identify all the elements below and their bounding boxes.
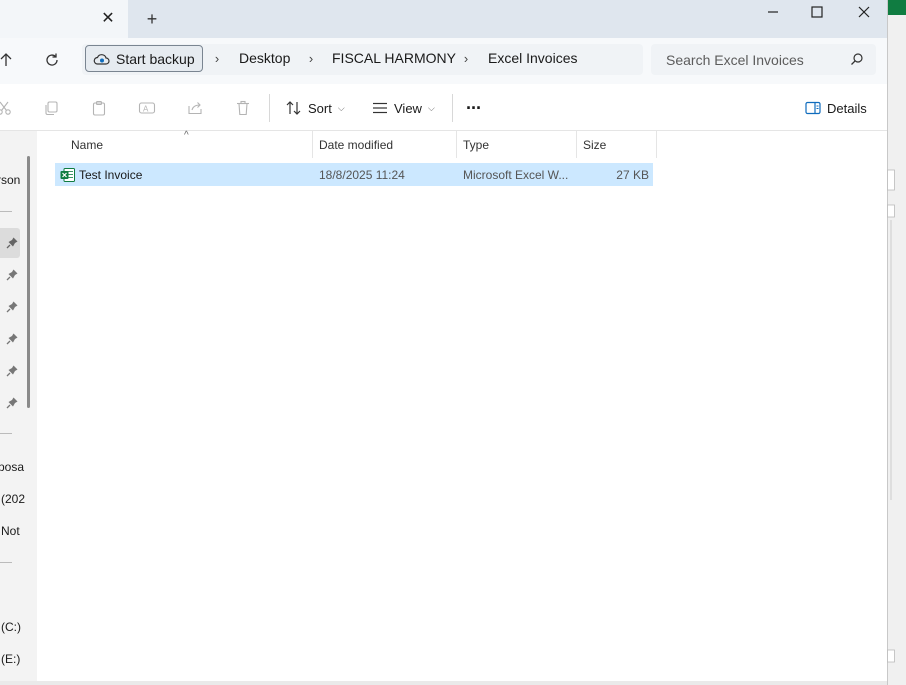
sort-button[interactable]: Sort ⌵ bbox=[285, 95, 345, 121]
pin-icon[interactable] bbox=[5, 332, 19, 346]
file-list: ^ Name Date modified Type Size Test Invo… bbox=[37, 130, 887, 685]
details-button[interactable]: Details bbox=[805, 95, 867, 121]
details-label: Details bbox=[827, 100, 867, 116]
chevron-right-icon[interactable]: › bbox=[210, 50, 224, 66]
close-icon[interactable] bbox=[841, 0, 887, 24]
file-size: 27 KB bbox=[616, 168, 649, 182]
details-pane-icon bbox=[805, 101, 821, 115]
breadcrumb[interactable]: Start backup › Desktop › FISCAL HARMONY … bbox=[82, 44, 643, 75]
toolbar-divider bbox=[269, 94, 270, 122]
nav-divider bbox=[0, 211, 12, 212]
breadcrumb-excel-invoices[interactable]: Excel Invoices bbox=[488, 50, 577, 66]
view-label: View bbox=[394, 100, 422, 116]
chevron-down-icon: ⌵ bbox=[427, 102, 435, 113]
view-button[interactable]: View ⌵ bbox=[372, 95, 435, 121]
tab-excel-invoices[interactable]: ✕ bbox=[0, 0, 128, 38]
sort-label: Sort bbox=[308, 100, 332, 116]
pin-icon[interactable] bbox=[5, 396, 19, 410]
cloud-backup-icon bbox=[93, 53, 110, 65]
search-input[interactable]: Search Excel Invoices bbox=[651, 44, 876, 75]
breadcrumb-fiscal-harmony[interactable]: FISCAL HARMONY bbox=[332, 50, 456, 66]
address-bar: Start backup › Desktop › FISCAL HARMONY … bbox=[0, 38, 887, 84]
column-header-size[interactable]: Size bbox=[577, 131, 657, 158]
maximize-icon[interactable] bbox=[794, 0, 840, 24]
background-scrollbar bbox=[887, 150, 895, 685]
paste-icon[interactable] bbox=[89, 98, 109, 118]
nav-item-drive-e[interactable]: (E:) bbox=[1, 652, 20, 666]
rename-icon[interactable]: A bbox=[137, 98, 157, 118]
search-placeholder: Search Excel Invoices bbox=[666, 52, 804, 68]
nav-item-drive-c[interactable]: (C:) bbox=[1, 620, 21, 634]
copy-icon[interactable] bbox=[41, 98, 61, 118]
command-bar: A Sort ⌵ View ⌵ ··· Details bbox=[0, 84, 887, 131]
refresh-icon[interactable] bbox=[38, 48, 66, 72]
chevron-down-icon: ⌵ bbox=[337, 102, 345, 113]
delete-icon[interactable] bbox=[233, 98, 253, 118]
column-header-type[interactable]: Type bbox=[457, 131, 577, 158]
pin-icon[interactable] bbox=[5, 364, 19, 378]
sort-icon bbox=[286, 101, 301, 115]
start-backup-button[interactable]: Start backup bbox=[85, 45, 203, 72]
nav-divider bbox=[0, 433, 12, 434]
minimize-icon[interactable] bbox=[750, 0, 796, 24]
chevron-right-icon[interactable]: › bbox=[304, 50, 318, 66]
column-header-date-modified[interactable]: Date modified bbox=[313, 131, 457, 158]
nav-item-user[interactable]: rson bbox=[0, 173, 20, 187]
nav-item-folder[interactable]: Not bbox=[1, 524, 20, 538]
plus-icon[interactable]: + bbox=[142, 8, 162, 30]
file-name[interactable]: Test Invoice bbox=[79, 168, 142, 182]
navigation-pane: rson posa (202 Not (C:) (E:) bbox=[0, 131, 37, 685]
svg-text:A: A bbox=[143, 105, 149, 114]
nav-item-folder[interactable]: posa bbox=[0, 460, 24, 474]
share-icon[interactable] bbox=[185, 98, 205, 118]
search-icon[interactable] bbox=[850, 52, 864, 66]
pin-icon[interactable] bbox=[5, 300, 19, 314]
nav-item-folder[interactable]: (202 bbox=[1, 492, 25, 506]
view-icon bbox=[373, 102, 387, 114]
nav-scrollbar[interactable] bbox=[27, 156, 30, 408]
up-arrow-icon[interactable] bbox=[0, 48, 20, 72]
status-bar-edge bbox=[0, 681, 887, 685]
column-header-name[interactable]: Name bbox=[65, 131, 313, 158]
chevron-right-icon[interactable]: › bbox=[459, 50, 473, 66]
excel-accent-strip bbox=[888, 0, 906, 15]
file-type: Microsoft Excel W... bbox=[463, 168, 569, 182]
breadcrumb-desktop[interactable]: Desktop bbox=[239, 50, 290, 66]
more-options-icon[interactable]: ··· bbox=[466, 95, 482, 121]
table-row[interactable]: Test Invoice 18/8/2025 11:24 Microsoft E… bbox=[55, 163, 653, 186]
close-icon[interactable]: ✕ bbox=[98, 8, 118, 28]
pin-icon[interactable] bbox=[5, 236, 19, 250]
pin-icon[interactable] bbox=[5, 268, 19, 282]
toolbar-divider bbox=[452, 94, 453, 122]
file-date-modified: 18/8/2025 11:24 bbox=[319, 168, 405, 182]
start-backup-label: Start backup bbox=[116, 50, 195, 67]
nav-divider bbox=[0, 562, 12, 563]
excel-file-icon bbox=[60, 168, 75, 182]
title-bar: ✕ + bbox=[0, 0, 887, 38]
cut-icon[interactable] bbox=[0, 98, 14, 118]
